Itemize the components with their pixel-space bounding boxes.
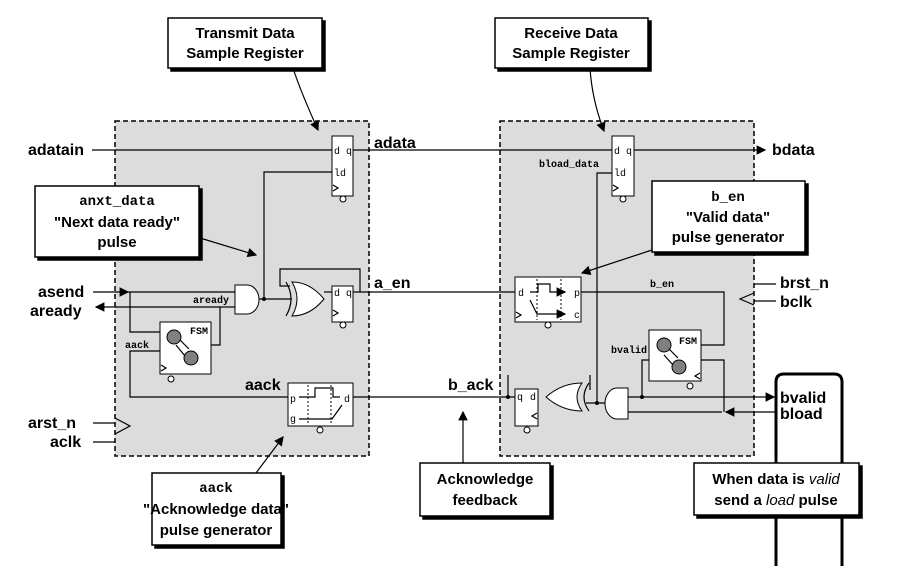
- svg-text:FSM: FSM: [190, 327, 208, 338]
- and-gate-tx: [234, 284, 260, 315]
- svg-text:d: d: [334, 146, 340, 158]
- receive-data-register: dq ld: [611, 135, 635, 203]
- svg-text:Acknowledge: Acknowledge: [437, 471, 534, 488]
- svg-text:When data is valid: When data is valid: [712, 471, 840, 488]
- svg-text:ld: ld: [614, 168, 626, 180]
- svg-text:q: q: [346, 289, 352, 300]
- transmit-data-register: dq ld: [331, 135, 354, 203]
- rx-fsm: FSM: [648, 329, 702, 390]
- svg-text:p: p: [574, 289, 580, 300]
- svg-text:aready: aready: [193, 295, 229, 307]
- svg-text:send a load pulse: send a load pulse: [714, 492, 837, 509]
- arst-n-label: arst_n: [28, 415, 76, 432]
- svg-text:g: g: [290, 415, 296, 426]
- svg-text:q: q: [626, 147, 632, 158]
- receive-register-callout: Receive Data Sample Register: [494, 17, 649, 133]
- adatain-label: adatain: [28, 142, 84, 159]
- svg-text:Sample Register: Sample Register: [512, 45, 630, 62]
- svg-text:p: p: [290, 395, 296, 406]
- svg-text:q: q: [517, 393, 523, 404]
- svg-text:anxt_data: anxt_data: [79, 194, 155, 210]
- svg-text:"Valid data": "Valid data": [686, 209, 770, 226]
- svg-text:pulse: pulse: [97, 234, 136, 251]
- svg-text:d: d: [614, 146, 620, 158]
- svg-text:b_en: b_en: [711, 190, 745, 206]
- svg-text:Receive Data: Receive Data: [524, 25, 618, 42]
- svg-text:"Acknowledge data": "Acknowledge data": [143, 501, 289, 518]
- svg-text:pulse generator: pulse generator: [672, 229, 785, 246]
- svg-text:aack: aack: [199, 481, 233, 497]
- bdata-label: bdata: [772, 142, 815, 159]
- svg-text:"Next data ready": "Next data ready": [54, 214, 180, 231]
- asend-label: asend: [38, 284, 84, 301]
- svg-text:pulse generator: pulse generator: [160, 522, 273, 539]
- svg-text:d: d: [344, 394, 350, 406]
- b-ack-label: b_ack: [448, 377, 493, 394]
- svg-text:Sample Register: Sample Register: [186, 45, 304, 62]
- svg-text:c: c: [574, 311, 580, 322]
- aack-label: aack: [245, 377, 281, 394]
- svg-text:FSM: FSM: [679, 337, 697, 348]
- and-gate-rx: [604, 387, 629, 420]
- a-en-flipflop: dq: [331, 285, 354, 329]
- svg-text:q: q: [346, 147, 352, 158]
- svg-text:d: d: [530, 392, 536, 404]
- b-ack-flipflop: qd: [514, 388, 539, 434]
- bvalid-label: bvalid: [780, 390, 826, 407]
- bload-label: bload: [780, 406, 823, 423]
- handshake-diagram: Transmit Data Sample Register Receive Da…: [28, 17, 860, 566]
- svg-text:b_en: b_en: [650, 279, 674, 291]
- a-en-label: a_en: [374, 275, 410, 292]
- svg-text:Transmit Data: Transmit Data: [195, 25, 295, 42]
- svg-text:d: d: [334, 288, 340, 300]
- transmit-register-callout: Transmit Data Sample Register: [167, 17, 323, 132]
- svg-text:bvalid: bvalid: [611, 345, 647, 357]
- svg-text:bload_data: bload_data: [539, 159, 599, 171]
- tx-fsm: FSM: [159, 321, 212, 383]
- svg-text:aack: aack: [125, 340, 149, 352]
- b-en-pulse-generator: d p c: [514, 276, 582, 329]
- aclk-label: aclk: [50, 434, 81, 451]
- svg-text:feedback: feedback: [452, 492, 518, 509]
- brst-n-label: brst_n: [780, 275, 829, 292]
- svg-text:d: d: [518, 288, 524, 300]
- aack-pulse-generator: p g d: [287, 382, 354, 434]
- svg-text:ld: ld: [334, 168, 346, 180]
- bclk-label: bclk: [780, 294, 812, 311]
- aready-label: aready: [30, 303, 82, 320]
- valid-load-callout: When data is valid send a load pulse: [693, 462, 860, 516]
